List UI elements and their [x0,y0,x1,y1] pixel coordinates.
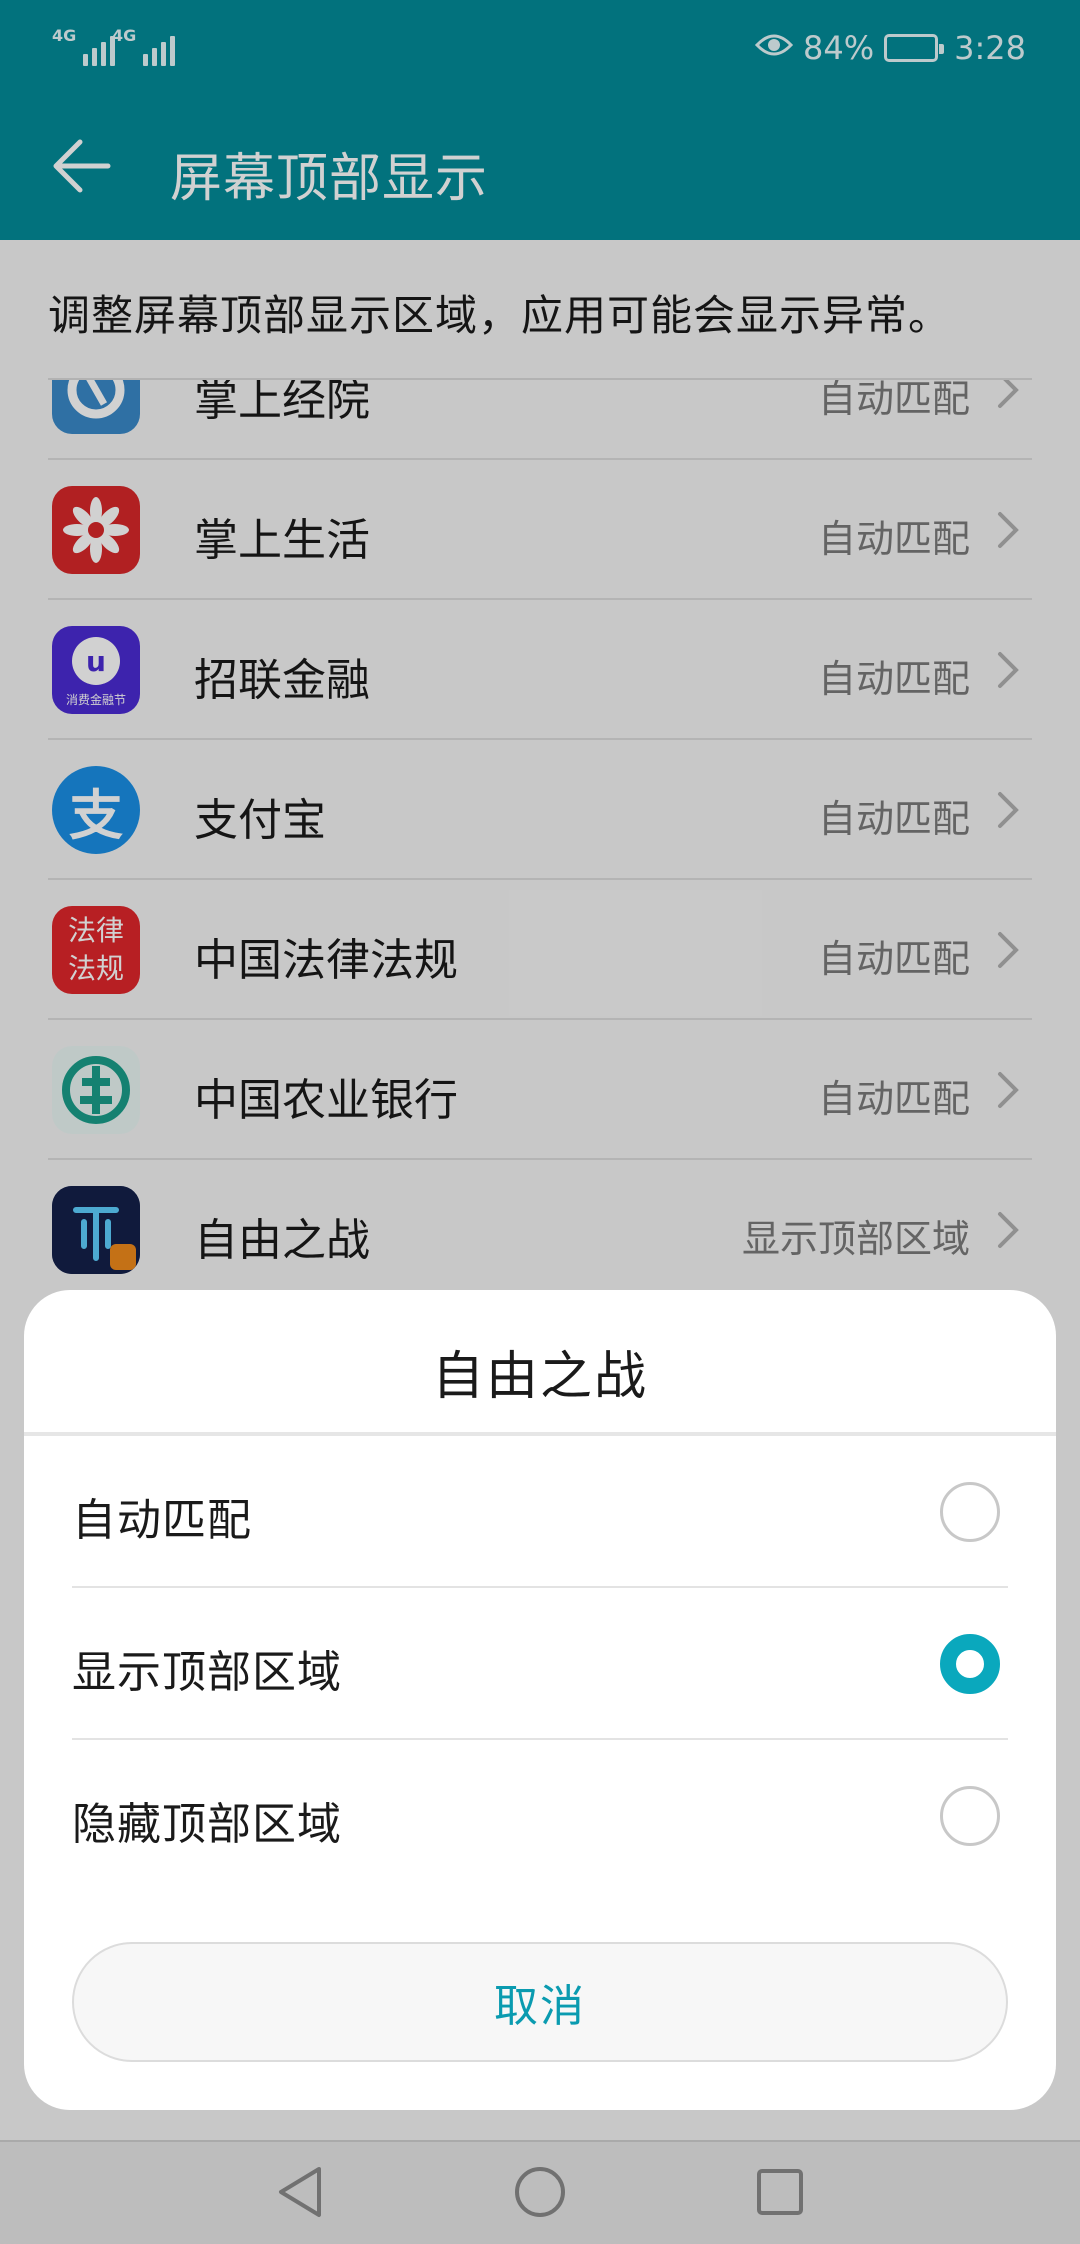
option-label: 显示顶部区域 [72,1647,342,1698]
radio-button[interactable] [940,1634,1000,1694]
radio-button[interactable] [940,1482,1000,1542]
option-label: 隐藏顶部区域 [72,1799,342,1850]
option-auto-match[interactable]: 自动匹配 [72,1436,1008,1588]
cancel-button[interactable]: 取消 [72,1942,1008,2062]
radio-button[interactable] [940,1786,1000,1846]
display-mode-dialog: 自由之战 自动匹配 显示顶部区域 隐藏顶部区域 取消 [24,1290,1056,2110]
dialog-title: 自由之战 [431,1347,648,1407]
option-show-top-area[interactable]: 显示顶部区域 [72,1588,1008,1740]
option-hide-top-area[interactable]: 隐藏顶部区域 [72,1740,1008,1892]
option-label: 自动匹配 [72,1495,252,1546]
